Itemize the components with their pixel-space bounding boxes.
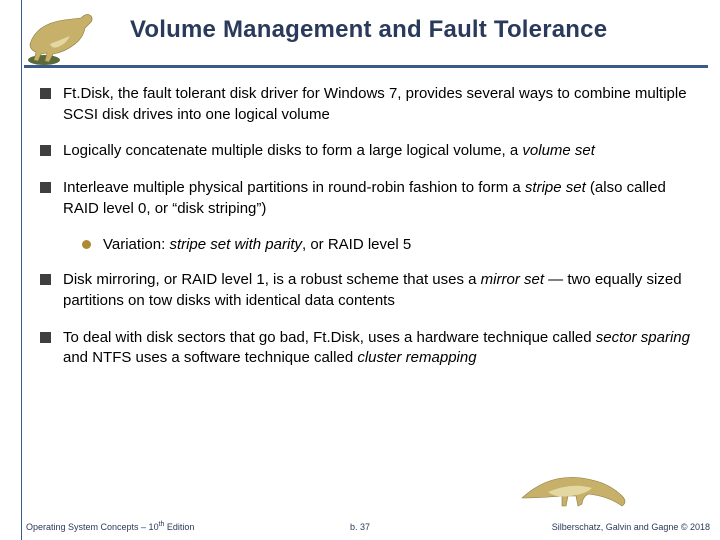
- term-cluster-remapping: cluster remapping: [357, 349, 476, 366]
- slide: Volume Management and Fault Tolerance Ft…: [0, 0, 720, 540]
- bullet-text: Interleave multiple physical partitions …: [63, 178, 692, 219]
- text: , or RAID level 5: [302, 236, 411, 253]
- footer-right: Silberschatz, Galvin and Gagne © 2018: [552, 522, 710, 532]
- square-bullet-icon: [40, 88, 51, 99]
- text: Variation:: [103, 236, 169, 253]
- text: Disk mirroring, or RAID level 1, is a ro…: [63, 271, 481, 288]
- term-stripe-set: stripe set: [525, 179, 586, 196]
- slide-header: Volume Management and Fault Tolerance: [0, 10, 720, 74]
- text: To deal with disk sectors that go bad, F…: [63, 329, 596, 346]
- slide-content: Ft.Disk, the fault tolerant disk driver …: [40, 84, 692, 385]
- dinosaur-tail-icon: [520, 468, 630, 510]
- square-bullet-icon: [40, 274, 51, 285]
- bullet-text: Disk mirroring, or RAID level 1, is a ro…: [63, 270, 692, 311]
- sub-bullet-item: Variation: stripe set with parity, or RA…: [82, 235, 692, 256]
- bullet-text: To deal with disk sectors that go bad, F…: [63, 328, 692, 369]
- slide-footer: Operating System Concepts – 10th Edition…: [0, 512, 720, 532]
- term-volume-set: volume set: [522, 142, 595, 159]
- slide-title: Volume Management and Fault Tolerance: [0, 10, 720, 44]
- bullet-item: Interleave multiple physical partitions …: [40, 178, 692, 219]
- bullet-item: Disk mirroring, or RAID level 1, is a ro…: [40, 270, 692, 311]
- square-bullet-icon: [40, 182, 51, 193]
- term-stripe-set-parity: stripe set with parity: [169, 236, 302, 253]
- left-sidebar: [0, 0, 22, 540]
- bullet-text: Ft.Disk, the fault tolerant disk driver …: [63, 84, 692, 125]
- bullet-text: Logically concatenate multiple disks to …: [63, 141, 692, 162]
- text: and NTFS uses a software technique calle…: [63, 349, 357, 366]
- bullet-item: Ft.Disk, the fault tolerant disk driver …: [40, 84, 692, 125]
- title-underline: [24, 65, 708, 68]
- text: Interleave multiple physical partitions …: [63, 179, 525, 196]
- term-sector-sparing: sector sparing: [596, 329, 690, 346]
- bullet-item: Logically concatenate multiple disks to …: [40, 141, 692, 162]
- text: Logically concatenate multiple disks to …: [63, 142, 522, 159]
- bullet-item: To deal with disk sectors that go bad, F…: [40, 328, 692, 369]
- square-bullet-icon: [40, 332, 51, 343]
- term-mirror-set: mirror set: [481, 271, 544, 288]
- sub-bullet-text: Variation: stripe set with parity, or RA…: [103, 235, 692, 256]
- circle-bullet-icon: [82, 240, 91, 249]
- square-bullet-icon: [40, 145, 51, 156]
- dinosaur-icon: [26, 10, 106, 68]
